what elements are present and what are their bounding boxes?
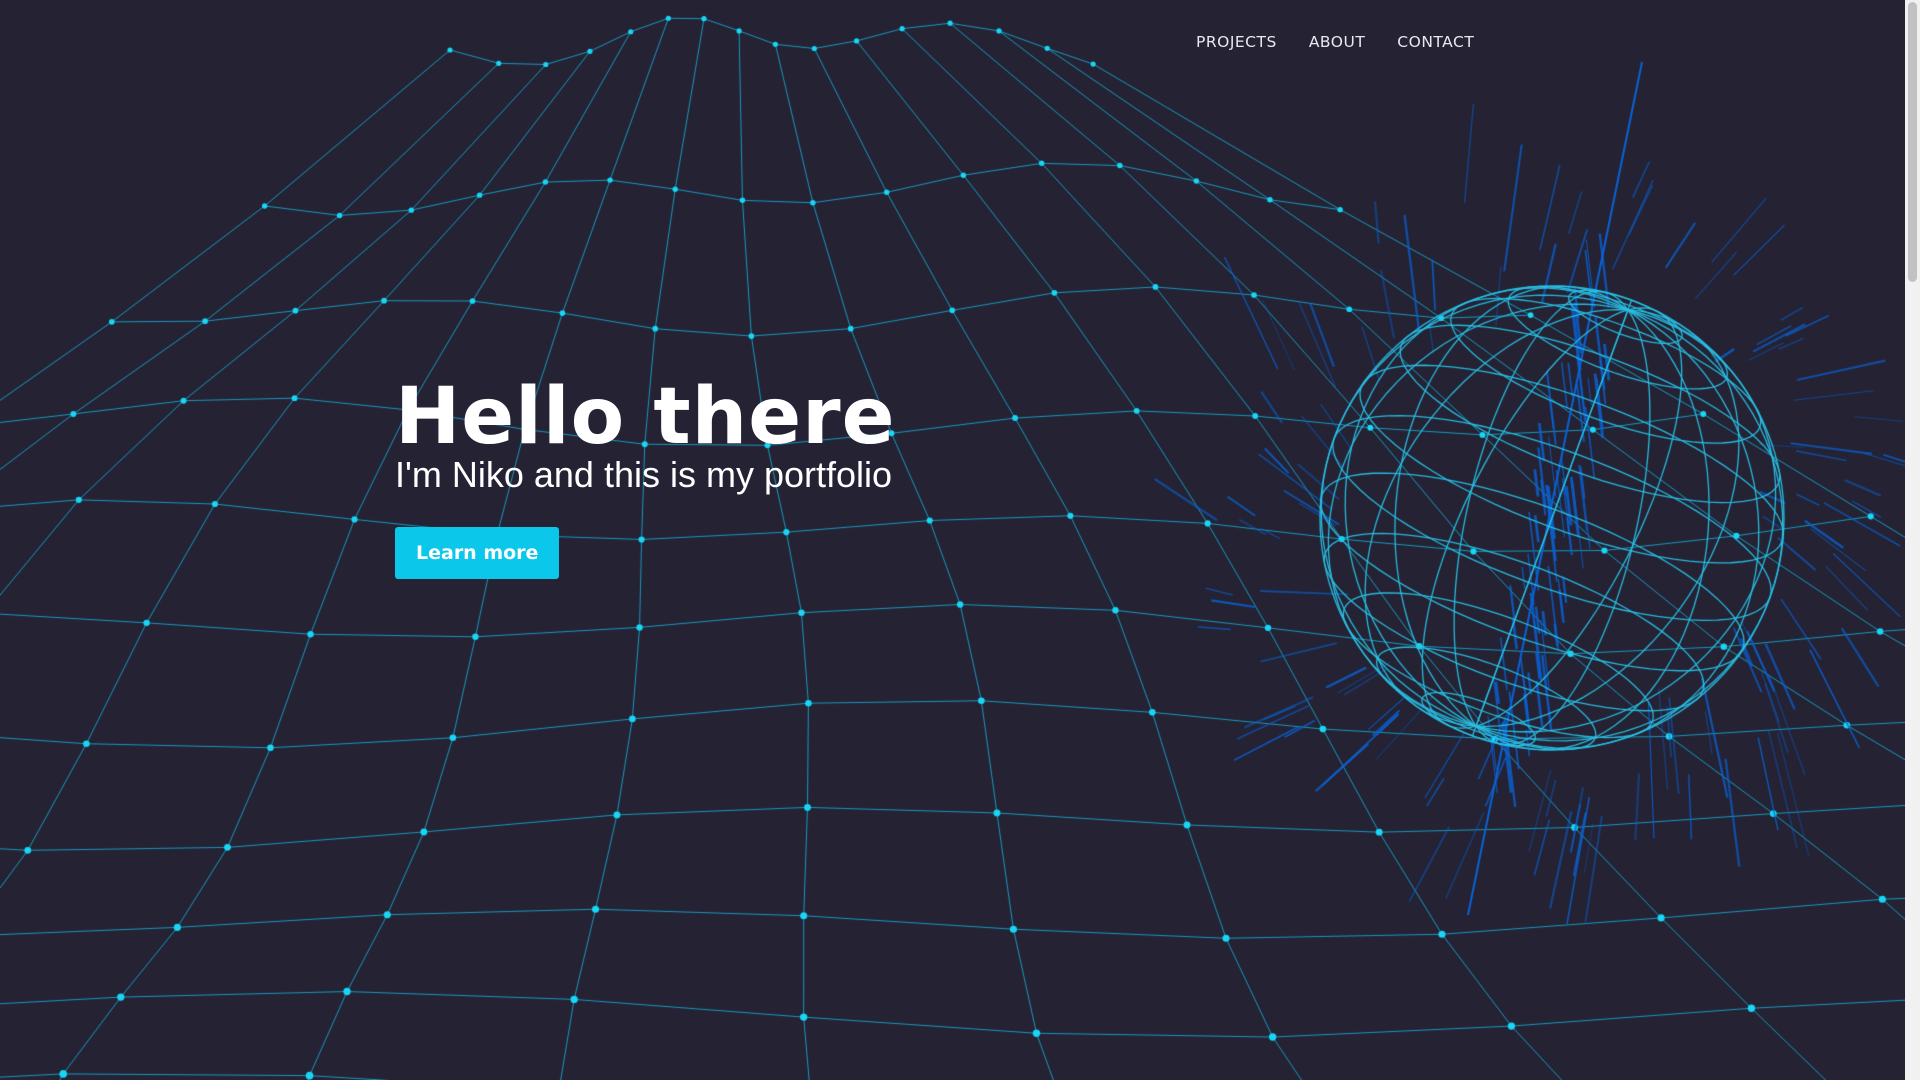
learn-more-button[interactable]: Learn more — [395, 527, 560, 579]
nav-link-projects[interactable]: PROJECTS — [1196, 30, 1277, 54]
top-nav: PROJECTS ABOUT CONTACT — [1196, 30, 1474, 54]
hero: Hello there I'm Niko and this is my port… — [395, 375, 895, 579]
page: PROJECTS ABOUT CONTACT Hello there I'm N… — [0, 0, 1920, 1080]
hero-subtitle: I'm Niko and this is my portfolio — [395, 454, 893, 495]
background-wireframe-canvas — [0, 0, 1905, 1080]
nav-link-about[interactable]: ABOUT — [1309, 30, 1365, 54]
scrollbar-thumb[interactable] — [1908, 2, 1917, 282]
nav-link-contact[interactable]: CONTACT — [1397, 30, 1474, 54]
page-scrollbar[interactable] — [1905, 0, 1920, 1080]
hero-title: Hello there — [395, 372, 896, 462]
